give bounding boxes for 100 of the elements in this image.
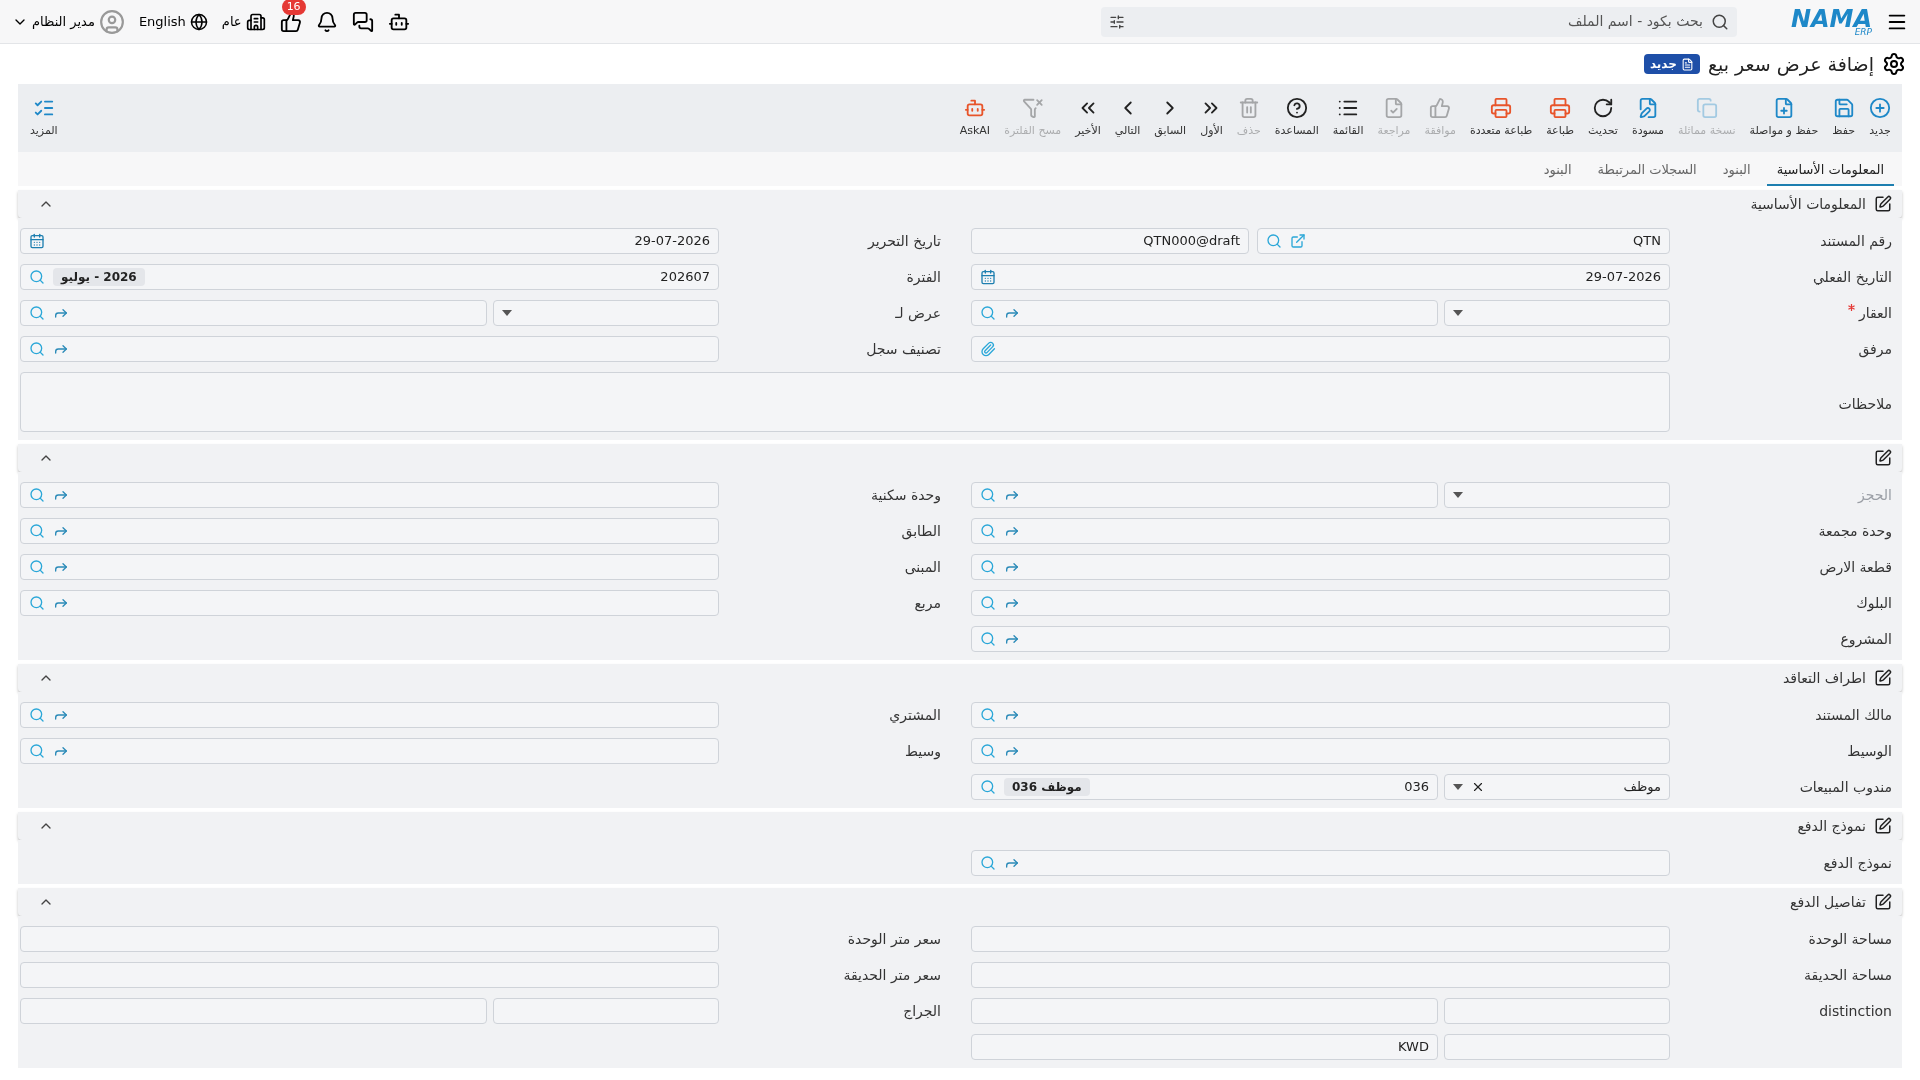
search-icon[interactable] <box>980 595 996 611</box>
lookup-field[interactable] <box>20 300 487 326</box>
toolbar-button[interactable]: طباعة <box>1539 96 1582 140</box>
lookup-field[interactable] <box>971 300 1438 326</box>
toolbar-button[interactable]: AskAI <box>952 96 998 140</box>
section-header[interactable]: تفاصيل الدفع <box>18 888 1902 916</box>
tab[interactable]: السجلات المرتبطة <box>1587 159 1707 186</box>
input-field[interactable] <box>1444 1034 1670 1060</box>
input-field[interactable] <box>971 926 1670 952</box>
search-icon[interactable] <box>29 305 45 321</box>
external-link-icon[interactable] <box>1290 233 1306 249</box>
edit-icon[interactable] <box>1874 817 1892 835</box>
filter-icon[interactable] <box>1108 13 1125 30</box>
clear-icon[interactable] <box>1471 780 1485 794</box>
search-icon[interactable] <box>29 707 45 723</box>
section-header[interactable]: اطراف التعاقد <box>18 664 1902 692</box>
scope-selector[interactable]: عام <box>221 11 266 32</box>
search-icon[interactable] <box>980 707 996 723</box>
lookup-field[interactable] <box>20 738 719 764</box>
calendar-icon[interactable] <box>29 233 45 249</box>
edit-icon[interactable] <box>1874 195 1892 213</box>
lookup-field[interactable] <box>20 482 719 508</box>
search-input[interactable]: بحث بكود - اسم الملف <box>1132 11 1703 32</box>
tab[interactable]: البنود <box>1533 159 1582 186</box>
search-icon[interactable] <box>29 743 45 759</box>
lookup-field[interactable] <box>20 518 719 544</box>
edit-icon[interactable] <box>1874 893 1892 911</box>
document-number-field[interactable]: QTN000@draft <box>971 228 1249 254</box>
search-icon[interactable] <box>980 779 996 795</box>
toolbar-button[interactable]: الأخير <box>1068 96 1108 140</box>
lookup-field[interactable] <box>20 702 719 728</box>
section-header[interactable]: نموذج الدفع <box>18 812 1902 840</box>
calendar-icon[interactable] <box>980 269 996 285</box>
dropdown-field[interactable]: موظف <box>1444 774 1670 800</box>
lookup-field[interactable] <box>971 738 1670 764</box>
user-menu[interactable]: مدير النظام <box>12 8 125 35</box>
chat-icon[interactable] <box>351 10 374 33</box>
tab[interactable]: البنود <box>1712 159 1761 186</box>
section-header[interactable]: المعلومات الأساسية <box>18 190 1902 218</box>
search-icon[interactable] <box>980 855 996 871</box>
dropdown-field[interactable] <box>1444 482 1670 508</box>
lookup-field[interactable]: KWD <box>971 1034 1438 1060</box>
search-icon[interactable] <box>980 523 996 539</box>
search-icon[interactable] <box>29 341 45 357</box>
dropdown-field[interactable] <box>1444 300 1670 326</box>
input-field[interactable] <box>971 962 1670 988</box>
search-icon[interactable] <box>980 487 996 503</box>
date-field[interactable]: 29-07-2026 <box>20 228 719 254</box>
search-icon[interactable] <box>980 305 996 321</box>
lookup-field[interactable] <box>971 590 1670 616</box>
notes-textarea[interactable] <box>20 372 1670 432</box>
field-label: ملاحظات <box>1838 394 1892 414</box>
search-icon[interactable] <box>1266 233 1282 249</box>
toolbar-button[interactable]: حفظ و مواصلة <box>1742 96 1826 140</box>
input-field[interactable] <box>20 926 719 952</box>
toolbar-button[interactable]: التالي <box>1107 96 1148 140</box>
more-button[interactable]: المزيد <box>22 96 66 140</box>
toolbar-button[interactable]: حفظ <box>1825 96 1862 140</box>
toolbar-button[interactable]: مسودة <box>1624 96 1671 140</box>
search-icon[interactable] <box>980 631 996 647</box>
search-icon[interactable] <box>29 269 45 285</box>
toolbar-button[interactable]: الأول <box>1193 96 1230 140</box>
field-value: 036 <box>1404 778 1429 797</box>
lookup-field[interactable] <box>20 336 719 362</box>
lookup-field[interactable] <box>20 554 719 580</box>
toolbar-button[interactable]: طباعة متعددة <box>1462 96 1540 140</box>
dropdown-field[interactable] <box>493 300 719 326</box>
attachment-field[interactable] <box>971 336 1670 362</box>
lookup-field[interactable] <box>971 554 1670 580</box>
toolbar-button[interactable]: القائمة <box>1325 96 1371 140</box>
edit-icon[interactable] <box>1874 449 1892 467</box>
search-icon[interactable] <box>29 595 45 611</box>
tab[interactable]: المعلومات الأساسية <box>1766 159 1894 186</box>
search-icon[interactable] <box>980 743 996 759</box>
prefix-field[interactable]: QTN <box>1257 228 1670 254</box>
search-icon[interactable] <box>29 487 45 503</box>
search-field[interactable]: بحث بكود - اسم الملف <box>1100 6 1737 37</box>
date-field[interactable]: 29-07-2026 <box>971 264 1670 290</box>
search-icon[interactable] <box>29 559 45 575</box>
toolbar-button[interactable]: المساعدة <box>1267 96 1326 140</box>
lookup-field[interactable] <box>971 850 1670 876</box>
toolbar-button[interactable]: جديد <box>1862 96 1898 140</box>
input-field[interactable] <box>493 998 719 1024</box>
bell-icon[interactable] <box>315 10 338 33</box>
input-field[interactable] <box>971 998 1438 1024</box>
lookup-field[interactable] <box>20 590 719 616</box>
search-icon[interactable] <box>980 559 996 575</box>
input-field[interactable] <box>20 998 487 1024</box>
language-selector[interactable]: English <box>138 11 208 32</box>
lookup-field[interactable] <box>971 482 1438 508</box>
toolbar-button[interactable]: السابق <box>1147 96 1194 140</box>
toolbar-button[interactable]: تحديث <box>1581 96 1625 140</box>
lookup-field[interactable] <box>971 702 1670 728</box>
edit-icon[interactable] <box>1874 669 1892 687</box>
search-icon[interactable] <box>29 523 45 539</box>
input-field[interactable] <box>1444 998 1670 1024</box>
input-field[interactable] <box>20 962 719 988</box>
lookup-field[interactable] <box>971 518 1670 544</box>
lookup-field[interactable] <box>971 626 1670 652</box>
paperclip-icon[interactable] <box>980 341 996 357</box>
